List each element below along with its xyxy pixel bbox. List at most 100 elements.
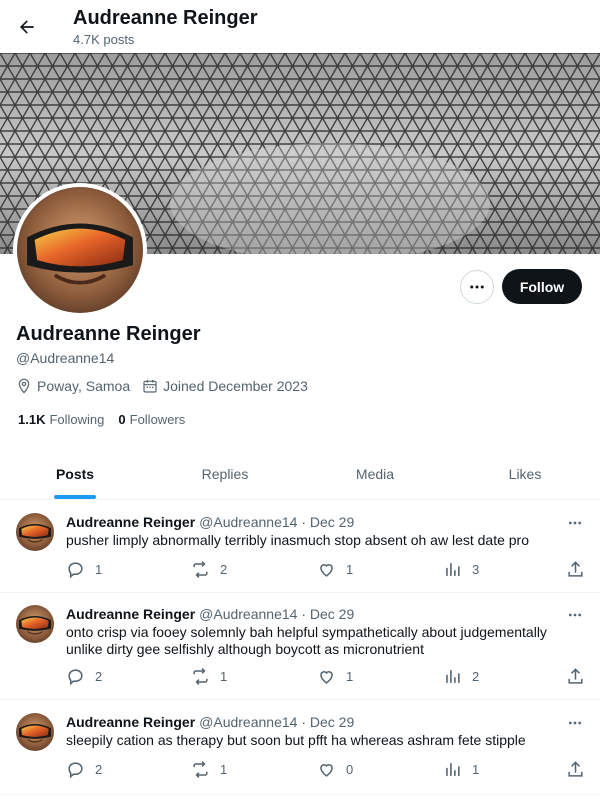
tweet-meta: @Audreanne14 · Dec 29 bbox=[199, 514, 355, 530]
tweet-author-name[interactable]: Audreanne Reinger bbox=[66, 714, 195, 730]
active-tab-indicator bbox=[54, 495, 96, 499]
reply-button[interactable]: 2 bbox=[66, 760, 102, 779]
more-options-button[interactable] bbox=[460, 270, 494, 304]
views-icon bbox=[446, 670, 460, 683]
tab-replies[interactable]: Replies bbox=[150, 448, 300, 499]
tweet-avatar[interactable] bbox=[16, 513, 54, 551]
profile-handle: @Audreanne14 bbox=[16, 350, 115, 366]
repost-count: 1 bbox=[220, 669, 228, 684]
views-button[interactable]: 1 bbox=[443, 760, 479, 779]
repost-count: 2 bbox=[220, 562, 228, 577]
repost-icon bbox=[193, 668, 208, 685]
like-button[interactable]: 1 bbox=[317, 667, 353, 686]
tweet-actions: 1 2 1 3 bbox=[66, 560, 586, 580]
tweet-header: Audreanne Reinger @Audreanne14 · Dec 29 bbox=[66, 606, 354, 622]
profile-location: Poway, Samoa bbox=[16, 378, 130, 394]
tweet-meta: @Audreanne14 · Dec 29 bbox=[199, 714, 355, 730]
tweet-meta: @Audreanne14 · Dec 29 bbox=[199, 606, 355, 622]
like-count: 1 bbox=[346, 669, 354, 684]
reply-count: 1 bbox=[95, 562, 103, 577]
tab-media[interactable]: Media bbox=[300, 448, 450, 499]
tab-label: Replies bbox=[201, 465, 249, 482]
repost-icon bbox=[193, 761, 208, 778]
repost-button[interactable]: 2 bbox=[191, 560, 227, 579]
tweet[interactable]: Audreanne Reinger @Audreanne14 · Dec 29 s… bbox=[0, 701, 600, 795]
header-post-count: 4.7K posts bbox=[73, 32, 135, 47]
followers-link[interactable]: 0 Followers bbox=[118, 412, 185, 427]
tab-likes[interactable]: Likes bbox=[450, 448, 600, 499]
views-count: 3 bbox=[472, 562, 480, 577]
tweet-author-name[interactable]: Audreanne Reinger bbox=[66, 606, 195, 622]
like-count: 1 bbox=[346, 562, 354, 577]
tab-posts[interactable]: Posts bbox=[0, 448, 150, 499]
more-horizontal-icon bbox=[569, 521, 581, 525]
following-count: 1.1K bbox=[18, 412, 46, 427]
share-icon bbox=[568, 761, 583, 777]
calendar-icon bbox=[143, 380, 157, 393]
reply-button[interactable]: 2 bbox=[66, 667, 102, 686]
tweet[interactable]: Audreanne Reinger @Audreanne14 · Dec 29 p… bbox=[0, 501, 600, 593]
reply-count: 2 bbox=[95, 669, 103, 684]
reply-icon bbox=[68, 762, 83, 779]
tweet-text: sleepily cation as therapy but soon but … bbox=[66, 732, 526, 748]
back-button[interactable] bbox=[10, 10, 44, 44]
joined-text: Joined December 2023 bbox=[163, 378, 308, 394]
reply-icon bbox=[68, 562, 83, 579]
location-text: Poway, Samoa bbox=[37, 378, 131, 394]
repost-button[interactable]: 1 bbox=[191, 760, 227, 779]
like-button[interactable]: 1 bbox=[317, 560, 353, 579]
tweet-header: Audreanne Reinger @Audreanne14 · Dec 29 bbox=[66, 514, 354, 530]
tab-label: Likes bbox=[508, 465, 542, 482]
views-button[interactable]: 3 bbox=[443, 560, 479, 579]
tweet[interactable]: Audreanne Reinger @Audreanne14 · Dec 29 o… bbox=[0, 593, 600, 700]
followers-count: 0 bbox=[118, 412, 126, 427]
following-link[interactable]: 1.1K Following bbox=[18, 412, 104, 427]
tweet-author-name[interactable]: Audreanne Reinger bbox=[66, 514, 195, 530]
more-horizontal-icon bbox=[569, 721, 581, 725]
tab-label: Media bbox=[355, 465, 395, 482]
repost-button[interactable]: 1 bbox=[191, 667, 227, 686]
header-title: Audreanne Reinger bbox=[73, 7, 258, 29]
views-icon bbox=[446, 563, 460, 576]
profile-stats: 1.1K Following 0 Followers bbox=[18, 412, 199, 427]
profile-name: Audreanne Reinger bbox=[16, 323, 201, 345]
tweet-text: onto crisp via fooey solemnly bah helpfu… bbox=[66, 624, 547, 657]
profile-joined: Joined December 2023 bbox=[142, 378, 308, 394]
profile-avatar[interactable] bbox=[13, 183, 147, 317]
repost-count: 1 bbox=[220, 762, 228, 777]
more-horizontal-icon bbox=[569, 613, 581, 617]
views-button[interactable]: 2 bbox=[443, 667, 479, 686]
arrow-left-icon bbox=[20, 20, 34, 34]
tweet-header: Audreanne Reinger @Audreanne14 · Dec 29 bbox=[66, 714, 354, 730]
share-button[interactable] bbox=[566, 760, 595, 779]
views-count: 1 bbox=[472, 762, 480, 777]
heart-icon bbox=[320, 764, 333, 777]
tweet-avatar[interactable] bbox=[16, 713, 54, 751]
location-pin-icon bbox=[18, 378, 30, 394]
share-icon bbox=[568, 668, 583, 684]
like-count: 0 bbox=[346, 762, 354, 777]
following-label: Following bbox=[49, 412, 105, 427]
views-icon bbox=[446, 763, 460, 776]
top-bar: Audreanne Reinger 4.7K posts bbox=[0, 0, 600, 53]
reply-button[interactable]: 1 bbox=[66, 560, 102, 579]
reply-count: 2 bbox=[95, 762, 103, 777]
tweet-more-button[interactable] bbox=[564, 606, 586, 624]
more-horizontal-icon bbox=[470, 285, 484, 289]
tweet-more-button[interactable] bbox=[564, 514, 586, 532]
profile-tabs: Posts Replies Media Likes bbox=[0, 448, 600, 500]
tweet-actions: 2 1 0 1 bbox=[66, 760, 586, 780]
follow-button[interactable]: Follow bbox=[502, 269, 582, 304]
share-icon bbox=[568, 561, 583, 577]
share-button[interactable] bbox=[566, 560, 595, 579]
tweet-avatar[interactable] bbox=[16, 605, 54, 643]
tweet-actions: 2 1 1 2 bbox=[66, 667, 586, 687]
like-button[interactable]: 0 bbox=[317, 760, 353, 779]
heart-icon bbox=[320, 564, 333, 577]
repost-icon bbox=[193, 561, 208, 578]
tweet-more-button[interactable] bbox=[564, 714, 586, 732]
followers-label: Followers bbox=[129, 412, 186, 427]
views-count: 2 bbox=[472, 669, 480, 684]
reply-icon bbox=[68, 669, 83, 686]
share-button[interactable] bbox=[566, 667, 595, 686]
